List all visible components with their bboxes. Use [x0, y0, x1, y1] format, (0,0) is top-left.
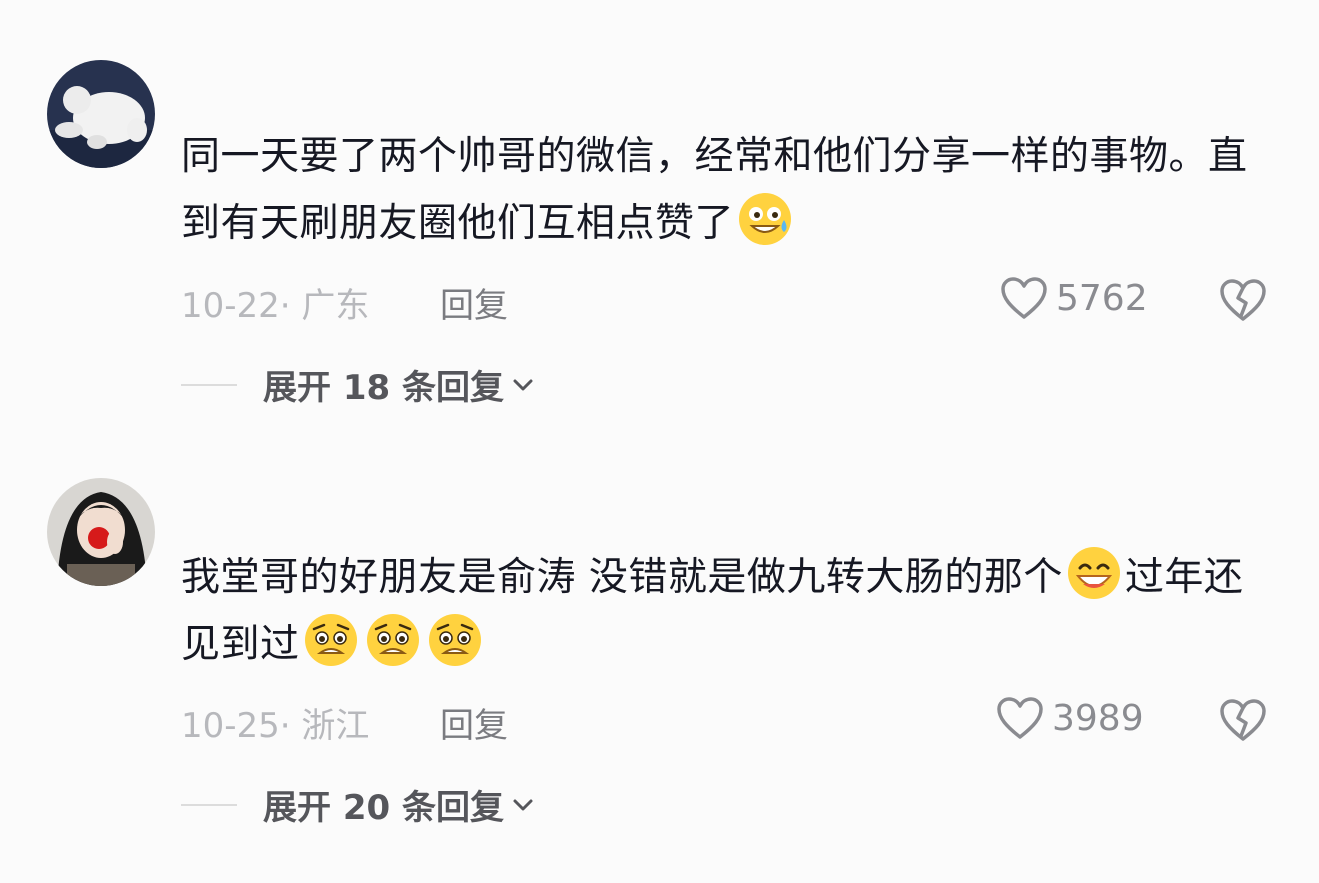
heart-outline-icon [997, 697, 1043, 739]
reply-button[interactable]: 回复 [440, 278, 508, 327]
pleading-emoji-icon [304, 614, 357, 666]
comment-text: 同一天要了两个帅哥的微信，经常和他们分享一样的事物。直到有天刷朋友圈他们互相点赞… [181, 124, 1281, 257]
grin-emoji-icon [1067, 547, 1120, 599]
expand-replies-label: 展开 20 条回复 [263, 788, 504, 828]
avatar[interactable] [47, 60, 155, 168]
expand-replies-button[interactable]: 展开 20 条回复 [181, 780, 534, 829]
comment-text-content: 同一天要了两个帅哥的微信，经常和他们分享一样的事物。直到有天刷朋友圈他们互相点赞… [181, 134, 1248, 246]
sweat-grin-emoji-icon [739, 193, 792, 245]
divider-line [181, 803, 237, 806]
dislike-button[interactable] [1219, 278, 1267, 326]
like-count: 5762 [1056, 277, 1148, 319]
chevron-down-icon [513, 799, 533, 810]
expand-replies-label: 展开 18 条回复 [263, 368, 504, 408]
chevron-down-icon [513, 379, 533, 390]
like-button[interactable]: 5762 [1000, 276, 1148, 320]
comment-text-content: 我堂哥的好朋友是俞涛 没错就是做九转大肠的那个 [181, 555, 1063, 600]
dislike-button[interactable] [1219, 698, 1267, 746]
comment-date-location: 10-22· 广东 [181, 286, 370, 326]
pleading-emoji-icon [366, 614, 419, 666]
pleading-emoji-icon [428, 614, 481, 666]
comment-date-location: 10-25· 浙江 [181, 706, 370, 746]
comment-text: 我堂哥的好朋友是俞涛 没错就是做九转大肠的那个 过年还见到过 [181, 544, 1281, 678]
heart-outline-icon [1001, 277, 1047, 319]
like-button[interactable]: 3989 [996, 696, 1144, 740]
divider-line [181, 383, 237, 386]
like-count: 3989 [1052, 697, 1144, 739]
reply-button[interactable]: 回复 [440, 698, 508, 747]
expand-replies-button[interactable]: 展开 18 条回复 [181, 360, 534, 409]
broken-heart-icon [1220, 699, 1266, 741]
broken-heart-icon [1220, 279, 1266, 321]
avatar[interactable] [47, 478, 155, 586]
